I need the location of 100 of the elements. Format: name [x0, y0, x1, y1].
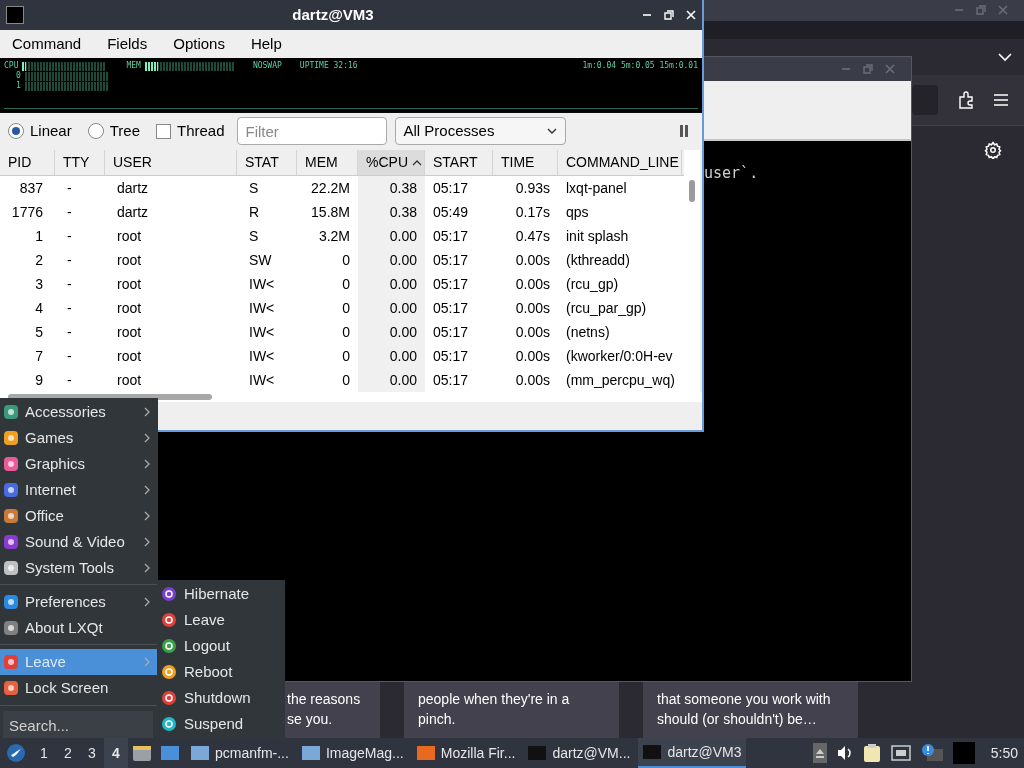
process-row[interactable]: 9 - root IW< 0 0.00 05:17 0.00s (mm_percpu_wq): [0, 368, 684, 392]
menu-item[interactable]: Games: [0, 425, 158, 451]
menu-item[interactable]: Internet: [0, 477, 158, 503]
menu-item[interactable]: Accessories: [0, 399, 158, 425]
app-icon: [6, 6, 24, 24]
menu-item[interactable]: Preferences: [0, 589, 158, 615]
eject-icon[interactable]: [812, 743, 827, 763]
table-cell-text: R: [248, 202, 261, 222]
chevron-right-icon: [144, 537, 150, 547]
search-field[interactable]: Search...: [3, 711, 153, 739]
column-header[interactable]: %CPU: [358, 150, 425, 175]
task-button[interactable]: ImageMag...: [296, 738, 408, 768]
menu-bar-item[interactable]: Fields: [107, 32, 148, 56]
table-cell-text: 0.00s: [514, 346, 551, 366]
file-cabinet-icon[interactable]: [132, 744, 152, 762]
article-card[interactable]: people when they're in a pinch.: [404, 682, 619, 738]
toolbar-field[interactable]: [912, 84, 938, 115]
thread-checkbox[interactable]: Thread: [156, 119, 225, 143]
settings-icon[interactable]: [984, 141, 1002, 160]
process-row[interactable]: 3 - root IW< 0 0.00 05:17 0.00s (rcu_gp): [0, 272, 684, 296]
start-menu-icon[interactable]: [6, 743, 26, 763]
core-label: 1: [16, 81, 21, 91]
table-cell-text: 05:17: [432, 178, 470, 198]
workspace-button[interactable]: 3: [80, 738, 104, 768]
table-cell-text: root: [116, 322, 143, 342]
table-cell-text: -: [66, 226, 73, 246]
table-cell-text: 05:17: [432, 346, 470, 366]
process-scope-dropdown[interactable]: All Processes: [394, 117, 566, 145]
chevron-down-icon[interactable]: [998, 51, 1012, 62]
process-row[interactable]: 7 - root IW< 0 0.00 05:17 0.00s (kworker/0:0H-ev: [0, 344, 684, 368]
menu-bar-item[interactable]: Help: [250, 32, 282, 56]
menu-bar-item[interactable]: Options: [173, 32, 225, 56]
table-cell-text: 05:17: [432, 298, 470, 318]
menu-bar-item[interactable]: Command: [12, 32, 82, 56]
column-header[interactable]: USER: [105, 150, 237, 175]
column-header[interactable]: TTY: [55, 150, 105, 175]
window-icon: [300, 744, 321, 762]
column-header[interactable]: TIME: [493, 150, 558, 175]
task-button[interactable]: dartz@VM3: [638, 738, 746, 768]
process-row[interactable]: 837 - dartz S 22.2M 0.38 05:17 0.93s lxqt-panel: [0, 176, 684, 200]
table-cell: 0.00: [358, 272, 425, 296]
workspace-button[interactable]: 4: [104, 738, 128, 768]
submenu-item[interactable]: Hibernate: [157, 581, 285, 607]
submenu-item[interactable]: Leave: [157, 607, 285, 633]
menu-icon[interactable]: [994, 93, 1008, 106]
window-icon: [415, 744, 436, 762]
process-row[interactable]: 1 - root S 3.2M 0.00 05:17 0.47s init splash: [0, 224, 684, 248]
table-cell-text: -: [66, 370, 73, 390]
desktop-icon[interactable]: [160, 744, 180, 762]
puzzle-icon[interactable]: [958, 90, 974, 109]
table-cell-text: IW<: [248, 322, 276, 342]
workspace-button[interactable]: 1: [32, 738, 56, 768]
workspace-button[interactable]: 2: [56, 738, 80, 768]
horizontal-scrollbar[interactable]: [0, 392, 702, 402]
menu-item[interactable]: Sound & Video: [0, 529, 158, 555]
task-button[interactable]: dartz@VM...: [523, 738, 635, 768]
chevron-right-icon: [144, 459, 150, 469]
table-cell-text: IW<: [248, 370, 276, 390]
process-row[interactable]: 2 - root SW 0 0.00 05:17 0.00s (kthreadd): [0, 248, 684, 272]
chevron-right-icon: [144, 433, 150, 443]
menu-item[interactable]: System Tools: [0, 555, 158, 581]
task-button[interactable]: pcmanfm-...: [186, 738, 293, 768]
column-header[interactable]: START: [425, 150, 493, 175]
column-header[interactable]: PID: [0, 150, 55, 175]
table-cell-text: root: [116, 298, 143, 318]
submenu-item[interactable]: Logout: [157, 633, 285, 659]
column-header[interactable]: COMMAND_LINE: [558, 150, 682, 175]
clock[interactable]: 5:50: [990, 742, 1018, 764]
filter-field[interactable]: Filter: [236, 117, 387, 145]
table-cell-text: 0.93s: [514, 178, 551, 198]
process-row[interactable]: 5 - root IW< 0 0.00 05:17 0.00s (netns): [0, 320, 684, 344]
load-average-text: 1m:0.04 5m:0.05 15m:0.01: [582, 61, 698, 71]
table-cell-text: -: [66, 274, 73, 294]
view-radio[interactable]: Tree: [87, 119, 140, 143]
menu-item[interactable]: Graphics: [0, 451, 158, 477]
task-button[interactable]: Mozilla Fir...: [411, 738, 520, 768]
menu-item[interactable]: About LXQt: [0, 615, 158, 641]
article-card[interactable]: that someone you work with should (or shouldn't) be…: [643, 682, 858, 738]
menu-item[interactable]: Lock Screen: [0, 675, 158, 701]
volume-icon[interactable]: [836, 745, 853, 761]
menu-item[interactable]: Office: [0, 503, 158, 529]
table-cell-text: S: [248, 178, 260, 198]
table-cell-text: 0.00s: [514, 250, 551, 270]
clipboard-icon[interactable]: [862, 743, 881, 763]
table-cell-text: 0: [341, 250, 351, 270]
view-radio[interactable]: Linear: [8, 119, 72, 143]
network-icon[interactable]: [890, 744, 911, 762]
table-cell-text: 3.2M: [317, 226, 351, 246]
pause-icon[interactable]: [678, 125, 690, 137]
column-header[interactable]: STAT: [237, 150, 297, 175]
table-cell-text: 0.00s: [514, 370, 551, 390]
card-text: that someone you work with should (or shouldn't) be…: [657, 690, 832, 729]
process-row[interactable]: 1776 - dartz R 15.8M 0.38 05:49 0.17s qps: [0, 200, 684, 224]
table-cell-text: init splash: [565, 226, 630, 246]
table-cell-text: 2: [34, 250, 44, 270]
meter-label: MEM: [126, 61, 141, 71]
card-text: people when they're in a pinch.: [418, 690, 571, 729]
process-row[interactable]: 4 - root IW< 0 0.00 05:17 0.00s (rcu_par_gp): [0, 296, 684, 320]
submenu-item[interactable]: Reboot: [157, 659, 285, 685]
alert-icon[interactable]: [920, 743, 943, 763]
